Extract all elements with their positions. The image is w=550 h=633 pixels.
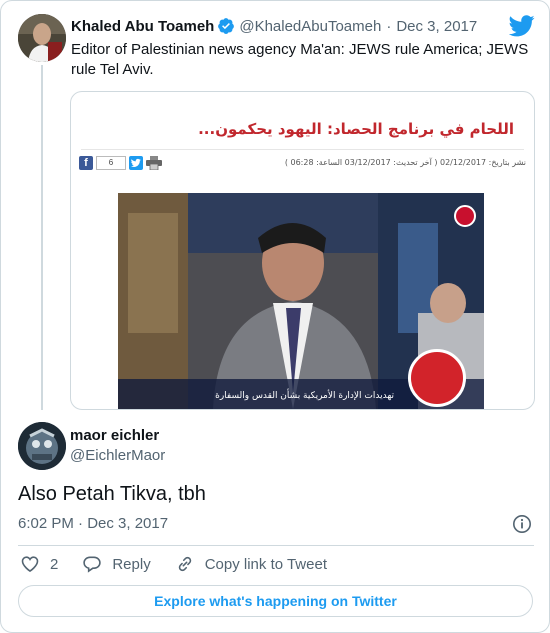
- explore-twitter-button[interactable]: Explore what's happening on Twitter: [18, 585, 533, 617]
- twitter-share-icon: [129, 156, 143, 170]
- speech-bubble-icon: [83, 556, 102, 573]
- tweet-actions: 2 Reply Copy link to Tweet: [20, 554, 351, 574]
- info-icon[interactable]: [512, 514, 532, 534]
- separator-dot: ·: [386, 17, 392, 35]
- action-divider: [18, 545, 534, 546]
- parent-tweet-text: Editor of Palestinian news agency Ma'an:…: [71, 41, 529, 78]
- share-count: 6: [96, 156, 126, 170]
- author-name[interactable]: Khaled Abu Toameh: [71, 18, 214, 35]
- share-buttons: f 6: [79, 156, 162, 171]
- twitter-bird-icon[interactable]: [508, 15, 535, 37]
- video-still-image: تهديدات الإدارة الأمريكية بشأن القدس وال…: [118, 193, 484, 409]
- tweet-date-link[interactable]: Dec 3, 2017: [396, 18, 477, 35]
- like-count: 2: [50, 555, 59, 573]
- reply-button[interactable]: Reply: [82, 554, 151, 574]
- channel-logo-icon: [408, 349, 466, 407]
- embedded-tweet-card: Khaled Abu Toameh @KhaledAbuToameh · Dec…: [0, 0, 550, 633]
- reply-tweet-text: Also Petah Tikva, tbh: [18, 483, 206, 505]
- reply-author-handle[interactable]: @EichlerMaor: [70, 447, 165, 464]
- print-icon: [146, 156, 162, 171]
- reply-label: Reply: [112, 555, 151, 573]
- reply-timestamp-link[interactable]: 6:02 PM · Dec 3, 2017: [18, 515, 168, 532]
- publish-date-line: نشر بتاريخ: 02/12/2017 ( آخر تحديث: 03/1…: [284, 158, 526, 167]
- video-caption: تهديدات الإدارة الأمريكية بشأن القدس وال…: [215, 391, 394, 401]
- reply-author-name[interactable]: maor eichler: [70, 427, 159, 444]
- thread-connector-line: [41, 65, 43, 410]
- like-button[interactable]: 2: [20, 554, 58, 574]
- avatar-khaled[interactable]: [18, 14, 66, 62]
- copy-link-button[interactable]: Copy link to Tweet: [175, 554, 327, 574]
- heart-icon: [21, 556, 39, 573]
- facebook-icon: f: [79, 156, 93, 170]
- article-headline: اللحام في برنامج الحصاد: اليهود يحكمون..…: [198, 120, 514, 138]
- channel-badge-icon: [454, 205, 476, 227]
- link-icon: [178, 556, 191, 572]
- verified-badge-icon: [217, 17, 235, 35]
- author-handle[interactable]: @KhaledAbuToameh: [239, 18, 381, 35]
- tweet-media-image[interactable]: اللحام في برنامج الحصاد: اليهود يحكمون..…: [70, 91, 535, 410]
- avatar-maor[interactable]: [18, 422, 66, 470]
- copy-link-label: Copy link to Tweet: [204, 555, 327, 573]
- headline-divider: [81, 149, 524, 150]
- parent-tweet-header: Khaled Abu Toameh @KhaledAbuToameh · Dec…: [71, 16, 477, 36]
